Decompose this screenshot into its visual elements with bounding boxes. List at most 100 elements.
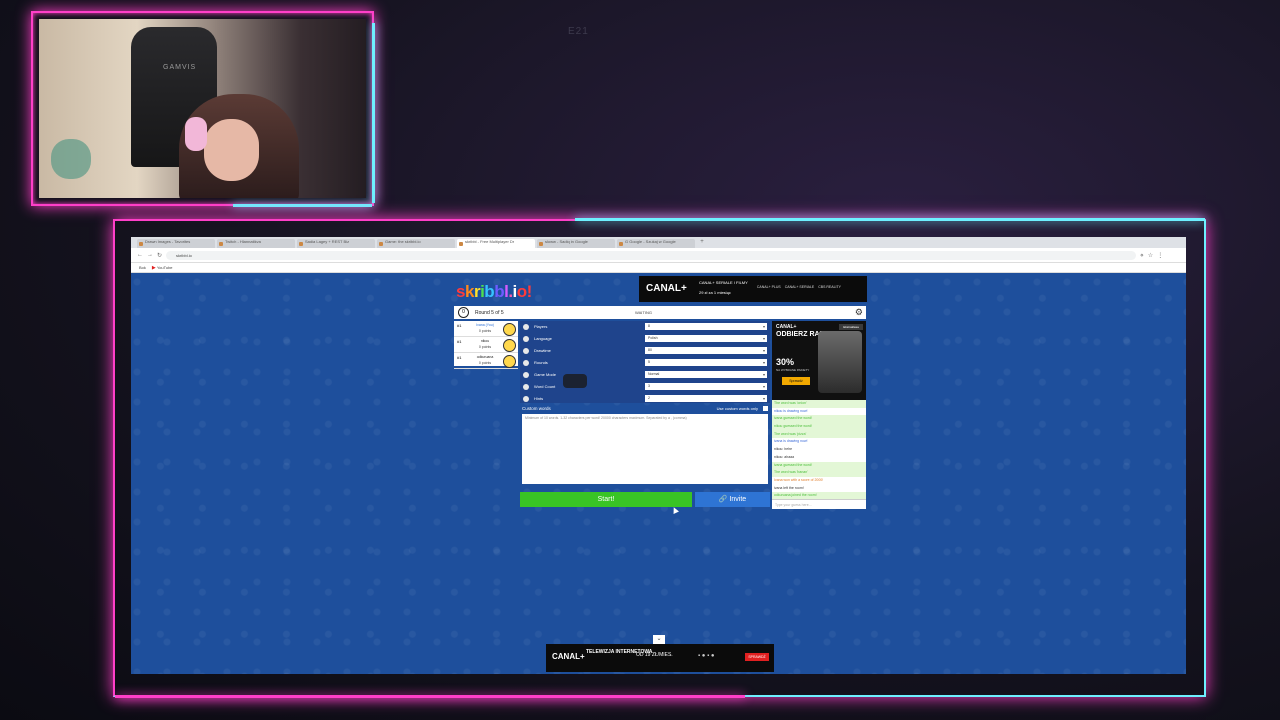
side-ad-cta[interactable]: Sprawdź (782, 377, 810, 385)
browser-tab[interactable]: G Google - Szukaj w Google (617, 239, 695, 248)
setting-label: Hints (534, 396, 544, 401)
menu-icon[interactable]: ⋮ (1157, 252, 1163, 259)
ad-brand: CANAL+ (646, 283, 687, 294)
setting-players: Players 8 (520, 321, 770, 333)
extensions-icon[interactable]: ⋄ (1140, 252, 1144, 259)
back-icon[interactable]: ← (137, 252, 143, 258)
bottom-ad-brand: CANAL+ (552, 652, 585, 661)
tab-bar: Drawn Images - Tavorites Twitch - Hlanna… (131, 237, 1186, 248)
side-ad-brand: CANAL+ (776, 324, 797, 330)
bottom-ad-icons: ▪ ● ▪ ● (698, 653, 715, 659)
gamemode-icon (523, 372, 529, 378)
setting-hints: Hints 2 (520, 393, 770, 405)
ad-app: CANAL+ PLUS (756, 285, 781, 289)
side-ad-image (818, 331, 862, 393)
player-row[interactable]: #1 odkuruana 0 points (454, 353, 518, 369)
neon-glow-bottom (233, 204, 372, 207)
bookmark-youtube[interactable]: ▶ YouTube (152, 265, 173, 271)
wordcount-icon (523, 384, 529, 390)
bottom-banner-ad[interactable]: CANAL+ TELEWIZJA INTERNETOWA OD 19 ZŁ/MI… (546, 644, 774, 672)
neon-glow-bottom-left (115, 695, 745, 698)
chat-message: nikou guessed the word! (772, 423, 866, 431)
bookmark-item[interactable]: Bok (139, 265, 146, 270)
rounds-select[interactable]: 5 (645, 359, 767, 366)
player-row[interactable]: #1 nikou 0 points (454, 337, 518, 353)
logo-letter: o! (516, 282, 533, 301)
side-ad-percent: 30% (776, 357, 795, 367)
custom-words-section: Custom words Use custom words only Minim… (520, 405, 770, 505)
invite-label: Invite (729, 496, 747, 503)
browser-tab[interactable]: Drawn Images - Tavorites (137, 239, 215, 248)
setting-label: Language (534, 336, 552, 341)
player-name: nikou (480, 339, 490, 343)
neon-glow-top (575, 218, 1205, 221)
setting-label: Drawtime (534, 348, 551, 353)
side-ad-tag: Ekstraklasa (839, 324, 863, 330)
logo-letter: b (494, 282, 505, 301)
player-rank: #1 (457, 339, 462, 344)
ad-tagline: CANAL+ SERIALE I FILMY (699, 280, 748, 285)
youtube-icon: ▶ (151, 264, 156, 271)
star-icon[interactable]: ☆ (1148, 252, 1153, 259)
lobby-settings: Players 8 Language Polish Drawtime 80 Round… (520, 321, 770, 403)
chat-message: ivana guessed the word! (772, 415, 866, 424)
browser-tab[interactable]: Twitch - Hlannatikva (217, 239, 295, 248)
game-status: WAITING (635, 310, 652, 315)
chair-brand-text: GAMVIS (163, 64, 197, 71)
neon-glow-right (372, 23, 375, 203)
chat-message: The word was 'pizza' (772, 430, 866, 439)
custom-words-textarea[interactable]: Minimum of 10 words. 1-32 characters per… (522, 414, 768, 484)
game-topbar: 0 Round 5 of 5 WAITING ⚙ (454, 306, 866, 319)
browser-window: Drawn Images - Tavorites Twitch - Hlanna… (131, 237, 1186, 674)
round-label: Round 5 of 5 (475, 309, 504, 316)
chat-message: The word was 'onion' (772, 400, 866, 408)
player-rank: #1 (457, 355, 462, 360)
browser-tab[interactable]: sloww - Sadiq in Google (537, 239, 615, 248)
webcam-feed: GAMVIS (39, 19, 366, 198)
chat-input[interactable]: Type your guess here... (772, 499, 866, 509)
hints-select[interactable]: 2 (645, 395, 767, 402)
player-rank: #1 (457, 323, 462, 328)
chevron-down-icon[interactable]: ⌄ (653, 635, 665, 644)
timer-clock: 0 (458, 307, 469, 318)
logo-letter: s (456, 282, 465, 301)
clock-icon (523, 348, 529, 354)
ad-price: 29 zł za 1 miesiąc (699, 290, 731, 295)
start-button[interactable]: Start! (520, 492, 692, 507)
bottom-ad-cta[interactable]: SPRAWDŹ (745, 653, 769, 661)
new-tab-button[interactable]: + (697, 239, 707, 248)
setting-gamemode: Game Mode Normal (520, 369, 770, 381)
wordcount-select[interactable]: 3 (645, 383, 767, 390)
side-ad[interactable]: CANAL+ Ekstraklasa ODBIERZ RABAT 30% NA … (772, 321, 866, 400)
hint-icon (523, 396, 529, 402)
link-icon: 🔗 (718, 496, 728, 503)
top-banner-ad[interactable]: CANAL+ CANAL+ SERIALE I FILMY 29 zł za 1… (639, 276, 867, 302)
chat-message: odkuruana joined the room! (772, 492, 866, 499)
players-select[interactable]: 8 (645, 323, 767, 330)
browser-tab[interactable]: Game: the skribbl.io (377, 239, 455, 248)
setting-label: Rounds (534, 360, 548, 365)
censor-blob (563, 374, 587, 388)
forward-icon[interactable]: → (147, 252, 153, 258)
player-row[interactable]: #1 Ivana (You) 0 points (454, 321, 518, 337)
chat-message: Ivana won with a score of 2000! (774, 477, 824, 482)
invite-button[interactable]: 🔗 Invite (695, 492, 770, 507)
skribbl-logo[interactable]: skribbl.io! (456, 282, 532, 302)
gamemode-select[interactable]: Normal (645, 371, 767, 378)
custom-only-checkbox[interactable] (763, 406, 768, 411)
browser-tab-active[interactable]: skribbl - Free Multiplayer Dr (457, 239, 535, 248)
setting-label: Players (534, 324, 548, 329)
browser-tab[interactable]: Sadia Lagey + REST Biz (297, 239, 375, 248)
language-select[interactable]: Polish (645, 335, 767, 342)
url-input[interactable]: skribbl.io (166, 250, 1137, 260)
address-bar: ← → ↻ skribbl.io ⋄ ☆ ⋮ (131, 248, 1186, 263)
chat-message: nikou is drawing now! (774, 408, 808, 413)
player-avatar (503, 323, 516, 336)
ad-app: CANAL+ SERIALE (784, 285, 815, 289)
drawtime-select[interactable]: 80 (645, 347, 767, 354)
reload-icon[interactable]: ↻ (157, 252, 162, 259)
player-avatar (503, 339, 516, 352)
setting-wordcount: Word Count 3 (520, 381, 770, 393)
ad-app: CBS REALITY (818, 285, 841, 289)
gear-icon[interactable]: ⚙ (855, 307, 863, 317)
